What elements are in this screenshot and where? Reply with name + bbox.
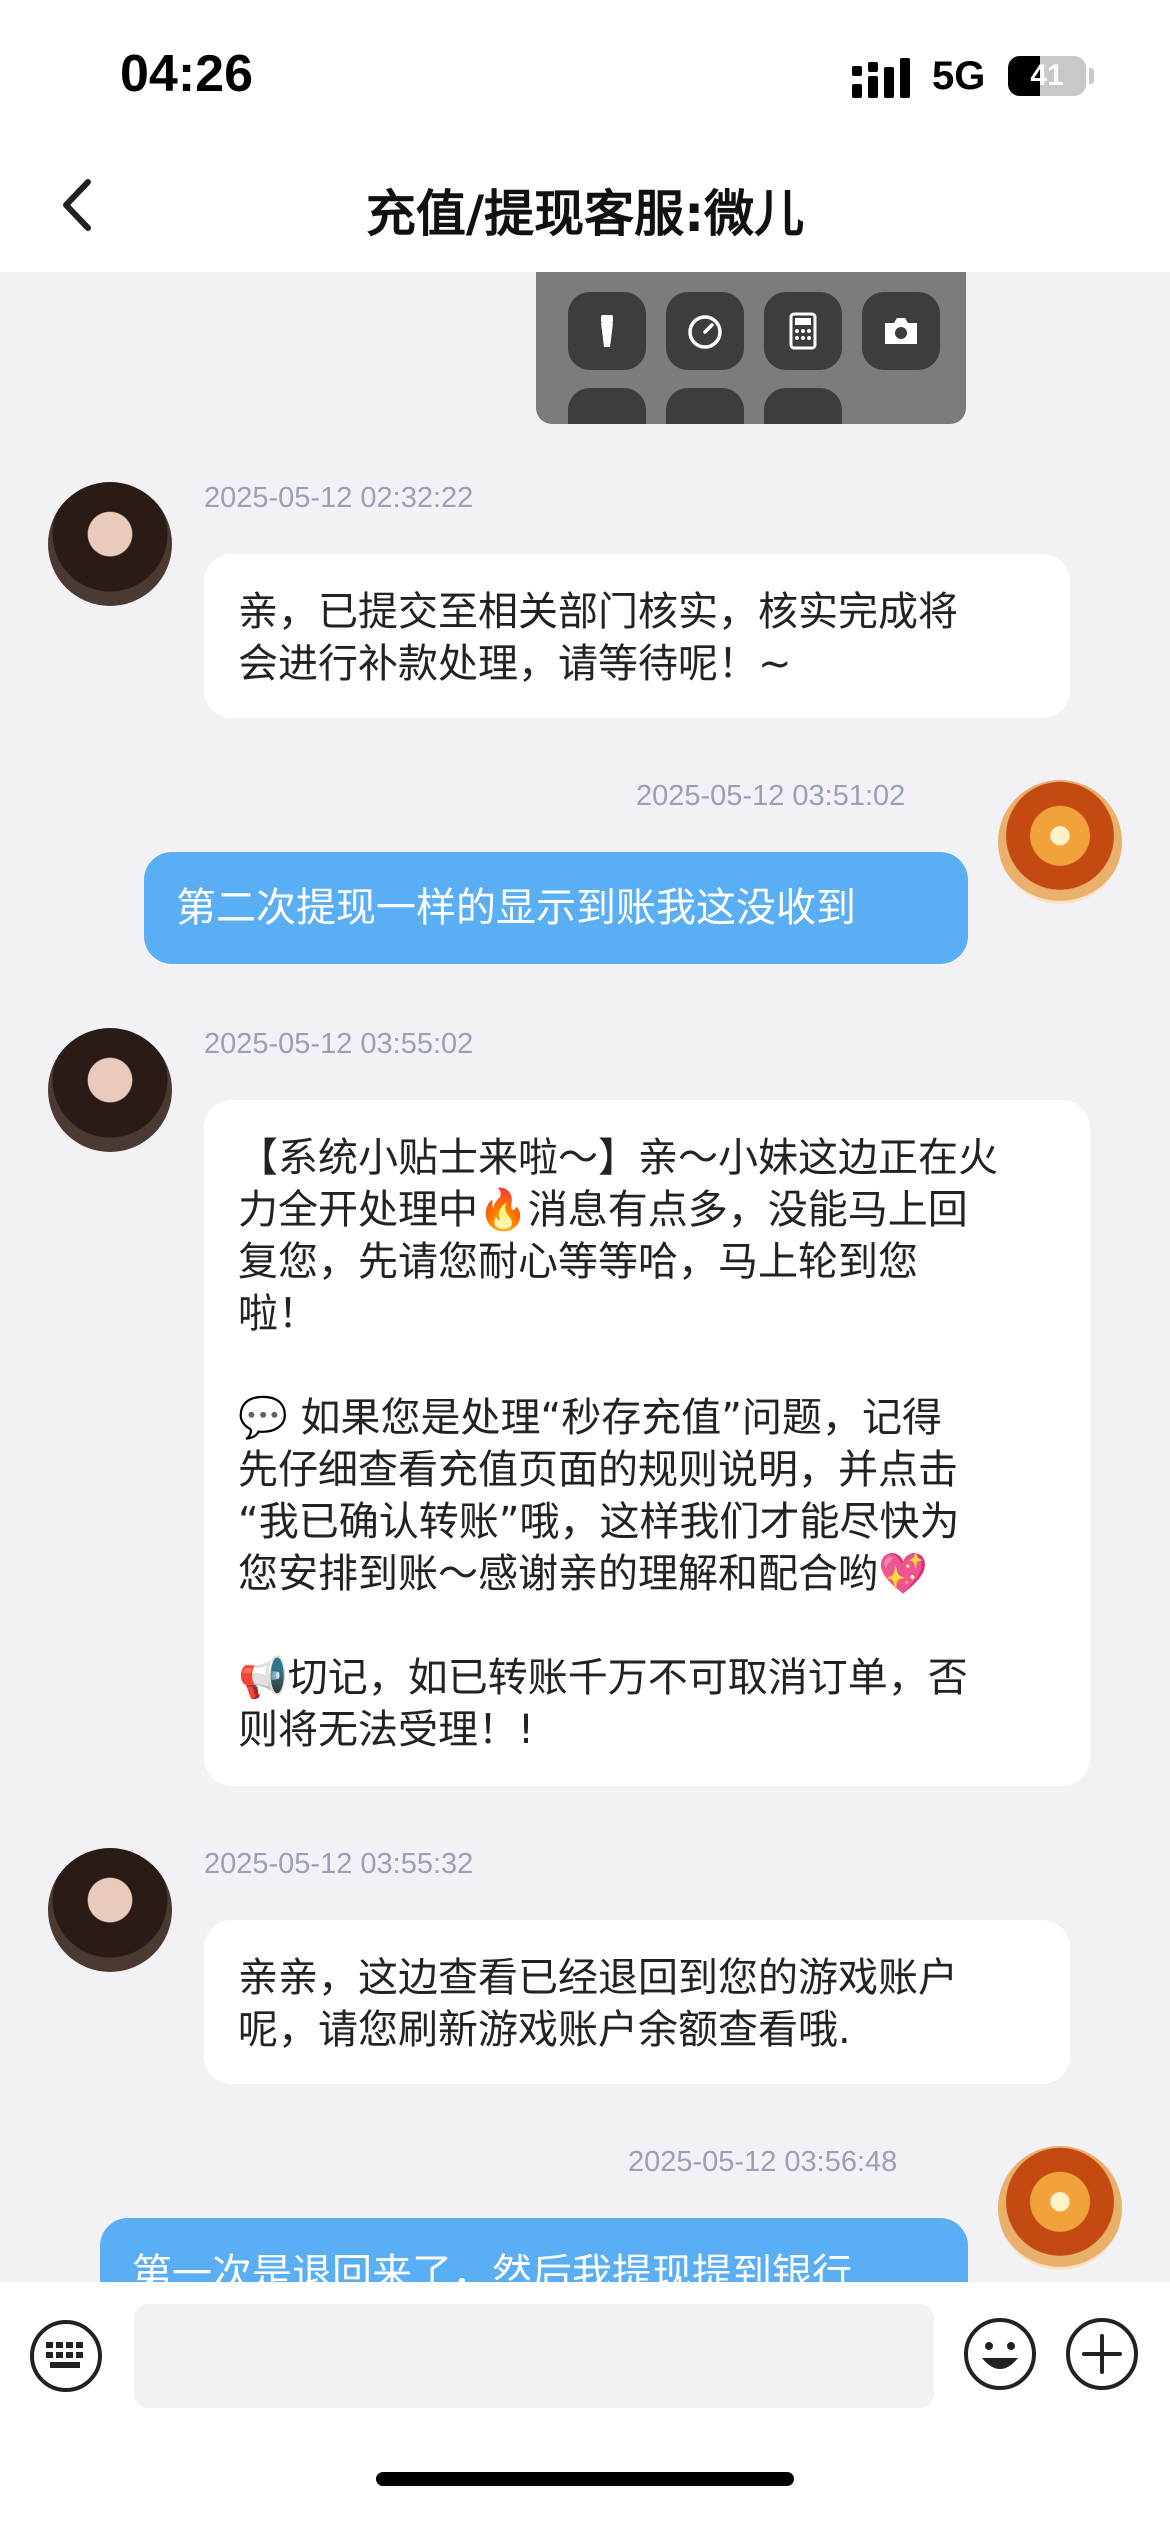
message-bubble-outgoing[interactable]: 第二次提现一样的显示到账我这没收到 bbox=[144, 852, 968, 964]
message-bubble-incoming[interactable]: 亲亲，这边查看已经退回到您的游戏账户 呢，请您刷新游戏账户余额查看哦. bbox=[204, 1920, 1070, 2084]
chat-list[interactable]: 2025-05-12 02:32:22 亲，已提交至相关部门核实，核实完成将 会… bbox=[0, 272, 1170, 2282]
plus-icon[interactable] bbox=[1064, 2316, 1140, 2392]
message-bubble-outgoing[interactable]: 第一次是退回来了，然后我提现提到银行 bbox=[100, 2218, 968, 2282]
qr-scanner-icon bbox=[568, 388, 646, 424]
message-line: 先仔细查看充值页面的规则说明，并点击 bbox=[238, 1447, 958, 1493]
message-line: 📢切记，如已转账千万不可取消订单，否 bbox=[238, 1655, 968, 1701]
message-line: 【系统小贴士来啦～】亲～小妹这边正在火 bbox=[238, 1135, 998, 1181]
agent-avatar[interactable] bbox=[48, 482, 172, 606]
message-line bbox=[238, 1600, 1056, 1652]
battery-nub bbox=[1089, 68, 1094, 84]
message-bubble-incoming[interactable]: 亲，已提交至相关部门核实，核实完成将 会进行补款处理，请等待呢！~ bbox=[204, 554, 1070, 718]
agent-avatar[interactable] bbox=[48, 1028, 172, 1152]
chat-title: 充值/提现客服:微儿 bbox=[365, 185, 805, 243]
cellular-signal-icon bbox=[852, 58, 910, 98]
home-indicator bbox=[376, 2472, 794, 2486]
camera-icon bbox=[862, 292, 940, 370]
message-bubble-incoming[interactable]: 【系统小贴士来啦～】亲～小妹这边正在火 力全开处理中🔥消息有点多，没能马上回 复… bbox=[204, 1100, 1090, 1786]
message-timestamp: 2025-05-12 03:55:32 bbox=[204, 1848, 474, 1880]
control-button-icon bbox=[666, 388, 744, 424]
message-line bbox=[238, 1340, 1056, 1392]
control-button-icon bbox=[764, 388, 842, 424]
timer-icon bbox=[666, 292, 744, 370]
status-time: 04:26 bbox=[120, 45, 253, 103]
message-line: 💬 如果您是处理“秒存充值”问题，记得 bbox=[238, 1395, 942, 1441]
input-bar bbox=[0, 2282, 1170, 2532]
battery-percent: 41 bbox=[1030, 59, 1064, 92]
emoji-icon[interactable] bbox=[962, 2316, 1038, 2392]
flashlight-icon bbox=[568, 292, 646, 370]
message-line: 复您，先请您耐心等等哈，马上轮到您 bbox=[238, 1239, 918, 1285]
battery-icon: 41 bbox=[1008, 56, 1086, 96]
network-type: 5G bbox=[932, 54, 986, 98]
user-avatar[interactable] bbox=[998, 780, 1122, 904]
status-bar: 04:26 5G 41 bbox=[0, 0, 1170, 140]
message-line: 则将无法受理！! bbox=[238, 1707, 535, 1753]
message-timestamp: 2025-05-12 03:55:02 bbox=[204, 1028, 474, 1060]
calculator-icon bbox=[764, 292, 842, 370]
user-avatar[interactable] bbox=[998, 2146, 1122, 2270]
nav-bar: 充值/提现客服:微儿 bbox=[0, 140, 1170, 272]
shared-screenshot-image[interactable] bbox=[536, 272, 966, 424]
agent-avatar[interactable] bbox=[48, 1848, 172, 1972]
message-line: 力全开处理中🔥消息有点多，没能马上回 bbox=[238, 1187, 968, 1233]
keyboard-icon[interactable] bbox=[28, 2318, 104, 2394]
message-timestamp: 2025-05-12 03:56:48 bbox=[628, 2146, 898, 2178]
message-line: “我已确认转账”哦，这样我们才能尽快为 bbox=[238, 1499, 960, 1545]
message-line: 啦！ bbox=[238, 1291, 318, 1337]
message-line: 您安排到账～感谢亲的理解和配合哟💖 bbox=[238, 1551, 928, 1597]
message-timestamp: 2025-05-12 02:32:22 bbox=[204, 482, 474, 514]
message-timestamp: 2025-05-12 03:51:02 bbox=[636, 780, 906, 812]
message-input[interactable] bbox=[134, 2304, 934, 2408]
